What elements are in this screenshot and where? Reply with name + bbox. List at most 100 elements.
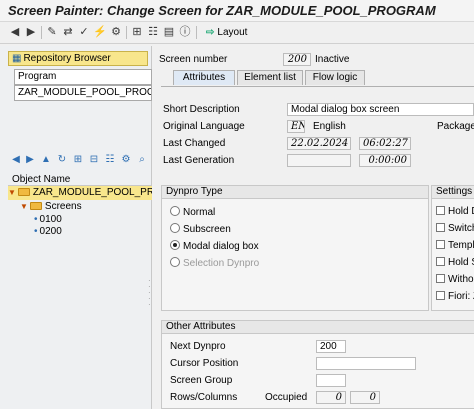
test-icon[interactable]: ⚙ xyxy=(109,25,123,39)
checkbox-template[interactable]: Templa xyxy=(436,240,474,252)
layout-button[interactable]: ⇨ Layout xyxy=(206,25,247,40)
toolbar-separator xyxy=(41,26,42,39)
forward-icon[interactable]: ▶ xyxy=(24,25,38,39)
checkbox-label: Fiori: Z xyxy=(448,291,474,302)
dynpro-type-group: Dynpro Type Normal Subscreen Modal dialo… xyxy=(161,185,429,311)
forward-icon[interactable]: ▶ xyxy=(24,153,36,166)
tree-item-label: 0100 xyxy=(39,214,62,225)
last-generation-date xyxy=(287,154,351,167)
object-type-field[interactable]: Program xyxy=(14,69,152,85)
find-icon[interactable]: ⌕ xyxy=(136,153,148,166)
last-generation-time: 0:00:00 xyxy=(359,154,411,167)
radio-icon xyxy=(170,223,180,233)
other-attributes-group: Other Attributes Next Dynpro 200 Cursor … xyxy=(161,320,474,409)
radio-normal[interactable]: Normal xyxy=(170,206,215,219)
tree-item-0200[interactable]: • 0200 xyxy=(34,226,62,238)
last-changed-date: 22.02.2024 xyxy=(287,137,351,150)
title-bar: Screen Painter: Change Screen for ZAR_MO… xyxy=(0,0,474,22)
tree-item-label: 0200 xyxy=(39,226,62,237)
next-dynpro-field[interactable]: 200 xyxy=(316,340,346,353)
dynpro-type-header: Dynpro Type xyxy=(162,186,428,199)
object-name-field[interactable]: ZAR_MODULE_POOL_PROGRA xyxy=(14,85,152,101)
package-label: Package xyxy=(437,121,474,132)
checkbox-icon xyxy=(436,274,445,283)
original-language-code: EN xyxy=(287,120,305,133)
toolbar-separator xyxy=(196,26,197,39)
checkbox-switch[interactable]: Switch xyxy=(436,223,474,235)
checkbox-fiori[interactable]: Fiori: Z xyxy=(436,291,474,303)
other-attributes-header: Other Attributes xyxy=(162,321,474,334)
rows-columns-label: Rows/Columns xyxy=(170,392,238,403)
radio-icon xyxy=(170,206,180,216)
collapse-icon[interactable]: ⊟ xyxy=(88,153,100,166)
checkbox-icon xyxy=(436,223,445,232)
checkbox-icon xyxy=(436,206,445,215)
refresh-icon[interactable]: ↻ xyxy=(56,153,68,166)
next-dynpro-label: Next Dynpro xyxy=(170,341,226,352)
toolbar-separator xyxy=(126,26,127,39)
checkbox-without[interactable]: Withou xyxy=(436,274,474,286)
object-list-icon[interactable]: ▤ xyxy=(162,25,176,39)
splitter-handle[interactable]: · · · · · xyxy=(148,277,152,314)
settings-group: Settings Hold D Switch Templa Hold S Wit… xyxy=(431,185,474,311)
radio-subscreen[interactable]: Subscreen xyxy=(170,223,231,236)
tree-root-label: ZAR_MODULE_POOL_PROGR xyxy=(32,187,152,198)
radio-label: Normal xyxy=(183,207,216,218)
layout-icon: ⇨ xyxy=(206,27,215,38)
last-changed-time: 06:02:27 xyxy=(359,137,411,150)
last-changed-label: Last Changed xyxy=(163,138,226,149)
application-toolbar: ◀ ▶ ✎ ⇄ ✓ ⚡ ⚙ ⊞ ☷ ▤ ⓘ ⇨ Layout xyxy=(0,22,474,44)
repository-browser-label: Repository Browser xyxy=(23,53,111,64)
checkbox-label: Hold S xyxy=(448,257,474,268)
settings-header: Settings xyxy=(432,186,474,199)
other-object-icon[interactable]: ⇄ xyxy=(61,25,75,39)
radio-modal-dialog-box[interactable]: Modal dialog box xyxy=(170,240,259,253)
checkbox-hold-data[interactable]: Hold D xyxy=(436,206,474,218)
window-title: Screen Painter: Change Screen for ZAR_MO… xyxy=(8,3,436,18)
occupied-columns-field: 0 xyxy=(350,391,380,404)
bullet-icon: • xyxy=(34,214,38,225)
check-icon[interactable]: ✓ xyxy=(77,25,91,39)
tab-attributes[interactable]: Attributes xyxy=(173,70,235,85)
screen-group-field[interactable] xyxy=(316,374,346,387)
checkbox-icon xyxy=(436,291,445,300)
tree-root-node[interactable]: ▼ ZAR_MODULE_POOL_PROGR xyxy=(8,186,152,200)
screen-number-field: 200 xyxy=(283,53,311,66)
hierarchy-icon[interactable]: ☷ xyxy=(146,25,160,39)
tree-folder-screens[interactable]: ▼ Screens xyxy=(20,201,82,213)
status-text: Inactive xyxy=(315,54,350,65)
back-icon[interactable]: ◀ xyxy=(10,153,22,166)
repository-icon: ▦ xyxy=(12,53,22,64)
checkbox-label: Withou xyxy=(448,274,474,285)
tree-icon[interactable]: ☷ xyxy=(104,153,116,166)
checkbox-hold-scroll[interactable]: Hold S xyxy=(436,257,474,269)
info-icon[interactable]: ⓘ xyxy=(178,25,192,39)
radio-label: Selection Dynpro xyxy=(183,258,260,269)
checkbox-label: Templa xyxy=(448,240,474,251)
tab-element-list[interactable]: Element list xyxy=(237,70,303,85)
cursor-position-label: Cursor Position xyxy=(170,358,239,369)
checkbox-icon xyxy=(436,257,445,266)
expand-caret-icon: ▼ xyxy=(20,202,28,211)
up-icon[interactable]: ▲ xyxy=(40,153,52,166)
activate-icon[interactable]: ⚡ xyxy=(93,25,107,39)
where-used-icon[interactable]: ⊞ xyxy=(130,25,144,39)
tree-item-0100[interactable]: • 0100 xyxy=(34,214,62,226)
settings-icon[interactable]: ⚙ xyxy=(120,153,132,166)
bullet-icon: • xyxy=(34,226,38,237)
back-icon[interactable]: ◀ xyxy=(8,25,22,39)
cursor-position-field[interactable] xyxy=(316,357,416,370)
screen-attributes-pane: Screen number 200 Inactive Attributes El… xyxy=(153,46,474,409)
screen-number-label: Screen number xyxy=(159,54,228,65)
original-language-label: Original Language xyxy=(163,121,245,132)
display-change-icon[interactable]: ✎ xyxy=(45,25,59,39)
radio-label: Modal dialog box xyxy=(183,241,259,252)
tab-flow-logic[interactable]: Flow logic xyxy=(305,70,365,85)
expand-icon[interactable]: ⊞ xyxy=(72,153,84,166)
repository-browser-button[interactable]: ▦ Repository Browser xyxy=(8,51,148,66)
radio-label: Subscreen xyxy=(183,224,231,235)
short-description-field[interactable]: Modal dialog box screen xyxy=(287,103,474,116)
occupied-label: Occupied xyxy=(265,392,308,403)
radio-selected-icon xyxy=(170,240,180,250)
last-generation-label: Last Generation xyxy=(163,155,235,166)
